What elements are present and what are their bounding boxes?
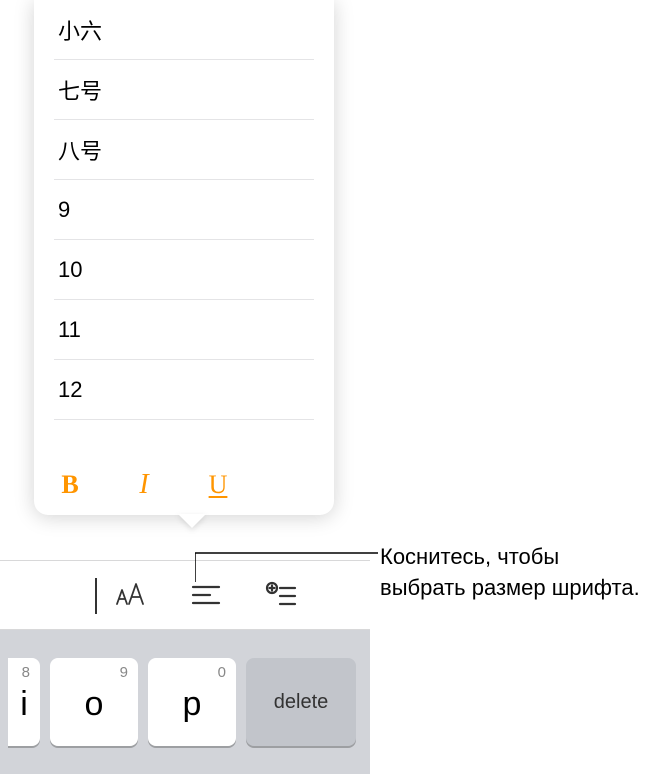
font-size-button[interactable] <box>108 573 152 617</box>
list-plus-icon <box>264 577 300 613</box>
align-icon <box>188 577 224 613</box>
bold-button[interactable]: B <box>54 470 86 500</box>
font-size-list: 小六 七号 八号 9 10 11 12 <box>34 0 334 455</box>
underline-button[interactable]: U <box>202 470 234 500</box>
key-hint: 9 <box>120 664 128 681</box>
font-size-option[interactable]: 12 <box>54 360 314 420</box>
key-delete[interactable]: delete <box>246 658 356 746</box>
key-letter: o <box>85 685 104 724</box>
key-letter: i <box>20 685 28 724</box>
font-size-option[interactable]: 10 <box>54 240 314 300</box>
font-size-option[interactable]: 9 <box>54 180 314 240</box>
font-size-option[interactable]: 八号 <box>54 120 314 180</box>
key-hint: 8 <box>22 664 30 681</box>
key-letter: p <box>183 685 202 724</box>
list-insert-button[interactable] <box>260 573 304 617</box>
font-size-icon <box>112 577 148 613</box>
italic-button[interactable]: I <box>128 469 160 501</box>
align-button[interactable] <box>184 573 228 617</box>
text-cursor <box>95 578 97 614</box>
keyboard: 8 i 9 o 0 p delete <box>0 630 370 774</box>
key-i[interactable]: 8 i <box>8 658 40 746</box>
font-size-option[interactable]: 11 <box>54 300 314 360</box>
format-bar: B I U <box>34 455 334 515</box>
callout-text: Коснитесь, чтобы выбрать размер шрифта. <box>380 542 640 604</box>
font-size-popover: 小六 七号 八号 9 10 11 12 B I U <box>34 0 334 515</box>
editor-toolbar <box>0 560 370 630</box>
key-hint: 0 <box>218 664 226 681</box>
key-o[interactable]: 9 o <box>50 658 138 746</box>
key-label: delete <box>274 691 329 714</box>
font-size-option[interactable]: 小六 <box>54 0 314 60</box>
key-p[interactable]: 0 p <box>148 658 236 746</box>
font-size-option[interactable]: 七号 <box>54 60 314 120</box>
